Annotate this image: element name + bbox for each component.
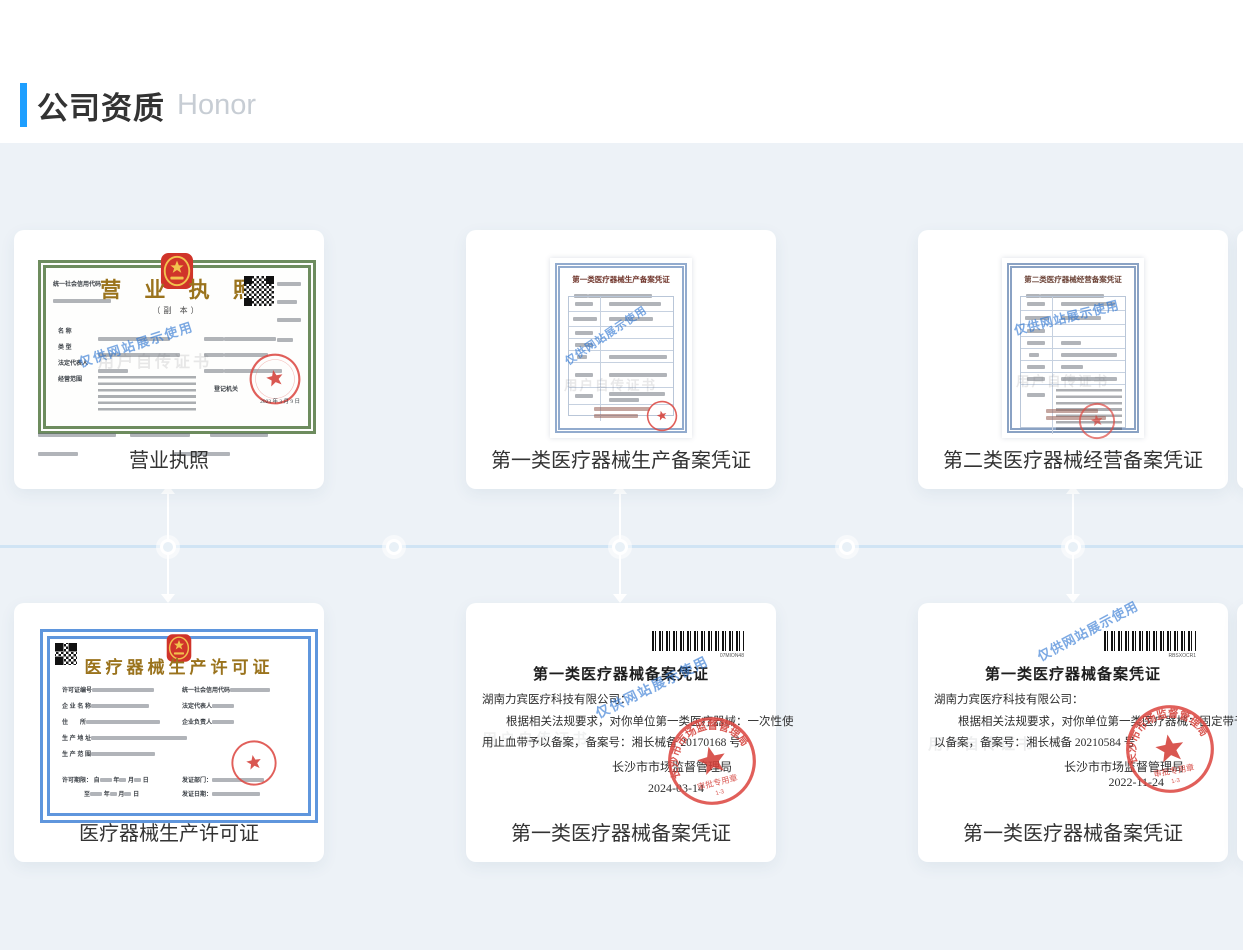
certificate-card-production-permit[interactable]: 医疗器械生产许可证 许可证编号 统一社会信用代码 企 业 名 称 法定代表人 住… [14, 603, 324, 862]
page-subtitle: Honor [177, 89, 256, 122]
scope-text [98, 376, 196, 412]
certificate-card-class1-production[interactable]: 第一类医疗器械生产备案凭证 仅供网站展 [466, 230, 776, 489]
certificate-image: 第二类医疗器械经营备案凭证 [1002, 258, 1144, 438]
watermark-blue: 仅供网站展示使用 [592, 650, 712, 722]
red-seal-icon [643, 397, 682, 436]
field-label: 企 业 名 称 [62, 704, 91, 710]
card-caption: 营业执照 [14, 444, 324, 473]
field-label: 住 所 [62, 720, 86, 726]
seal-center-label: 审批专用章 [1153, 762, 1195, 779]
field-label: 类 型 [58, 344, 72, 353]
red-seal-icon: 长沙市市场监督管理局 审批专用章 1-3 [1117, 696, 1224, 803]
red-seal-icon [226, 735, 282, 791]
registrar-label: 登记机关 [214, 386, 238, 395]
arrow-down-icon [613, 594, 627, 603]
barcode-label: 07MION48 [720, 653, 744, 659]
certificate-card-business-license[interactable]: 统一社会信用代码 营 业 执 照 （副 本） 名 称 类 型 法定代表人 经营范… [14, 230, 324, 489]
arrow-down-icon [161, 594, 175, 603]
permit-title: 医疗器械生产许可证 [50, 653, 308, 678]
certificate-title: 第二类医疗器械经营备案凭证 [1012, 274, 1134, 285]
card-caption: 第二类医疗器械经营备案凭证 [918, 444, 1228, 473]
permit-image: 医疗器械生产许可证 许可证编号 统一社会信用代码 企 业 名 称 法定代表人 住… [40, 629, 318, 823]
license-subtitle: （副 本） [46, 305, 308, 316]
field-label: 生 产 地 址 [62, 736, 91, 742]
license-date: 2023 年 3 月 9 日 [260, 397, 300, 405]
card-caption: 第一类医疗器械备案凭证 [466, 817, 776, 846]
certificate-table [568, 296, 674, 416]
business-license-image: 统一社会信用代码 营 业 执 照 （副 本） 名 称 类 型 法定代表人 经营范… [38, 260, 316, 434]
field-label: 法定代表人 [58, 360, 88, 369]
page-title: 公司资质 [37, 83, 165, 128]
field-label: 许可证编号 [62, 688, 92, 694]
qr-code [244, 276, 274, 306]
partial-card [1237, 230, 1243, 489]
certificate-image: 第一类医疗器械生产备案凭证 仅供网站展 [550, 258, 692, 438]
timeline-dot [160, 539, 176, 555]
document-title: 第一类医疗器械备案凭证 [466, 663, 776, 684]
barcode [652, 631, 744, 651]
accent-bar [20, 83, 27, 127]
certificate-card-class1-record-1[interactable]: 07MION48 第一类医疗器械备案凭证 湖南力宾医疗科技有限公司： 根据相关法… [466, 603, 776, 862]
certificate-card-class1-record-2[interactable]: RBSXOCR1 第一类医疗器械备案凭证 湖南力宾医疗科技有限公司： 根据相关法… [918, 603, 1228, 862]
company-name: 湖南力宾医疗科技有限公司： [482, 691, 632, 707]
certificate-card-class2-operation[interactable]: 第二类医疗器械经营备案凭证 [918, 230, 1228, 489]
barcode-label: RBSXOCR1 [1168, 653, 1196, 659]
issuer-label: 发证部门： [182, 778, 212, 784]
card-caption: 医疗器械生产许可证 [14, 817, 324, 846]
company-name: 湖南力宾医疗科技有限公司： [934, 691, 1084, 707]
partial-card [1237, 603, 1243, 862]
seal-index: 1-3 [1171, 778, 1181, 786]
field-label: 企业负责人 [182, 720, 212, 726]
field-label: 经营范围 [58, 376, 82, 385]
card-caption: 第一类医疗器械备案凭证 [918, 817, 1228, 846]
barcode [1104, 631, 1196, 651]
body-text: 以备案，备案号：湘长械备 20210584 号 [934, 734, 1135, 750]
certificate-title: 第一类医疗器械生产备案凭证 [560, 274, 682, 285]
timeline-dot [1065, 539, 1081, 555]
field-label: 统一社会信用代码 [182, 688, 230, 694]
red-seal-icon [1075, 399, 1119, 443]
timeline-dot [839, 539, 855, 555]
seal-center-label: 审批专用章 [696, 772, 739, 792]
arrow-down-icon [1066, 594, 1080, 603]
document-title: 第一类医疗器械备案凭证 [918, 663, 1228, 684]
field-label: 生 产 范 围 [62, 752, 91, 758]
card-caption: 第一类医疗器械生产备案凭证 [466, 444, 776, 473]
timeline-dot [386, 539, 402, 555]
section-header: 公司资质 Honor [20, 82, 256, 128]
issue-date-label: 发证日期： [182, 792, 212, 798]
honor-section: 统一社会信用代码 营 业 执 照 （副 本） 名 称 类 型 法定代表人 经营范… [0, 143, 1243, 950]
field-label: 名 称 [58, 328, 72, 337]
validity-label: 许可期限： 自 [62, 778, 100, 784]
seal-index: 1-3 [715, 789, 725, 797]
timeline-dot [612, 539, 628, 555]
field-label: 法定代表人 [182, 704, 212, 710]
